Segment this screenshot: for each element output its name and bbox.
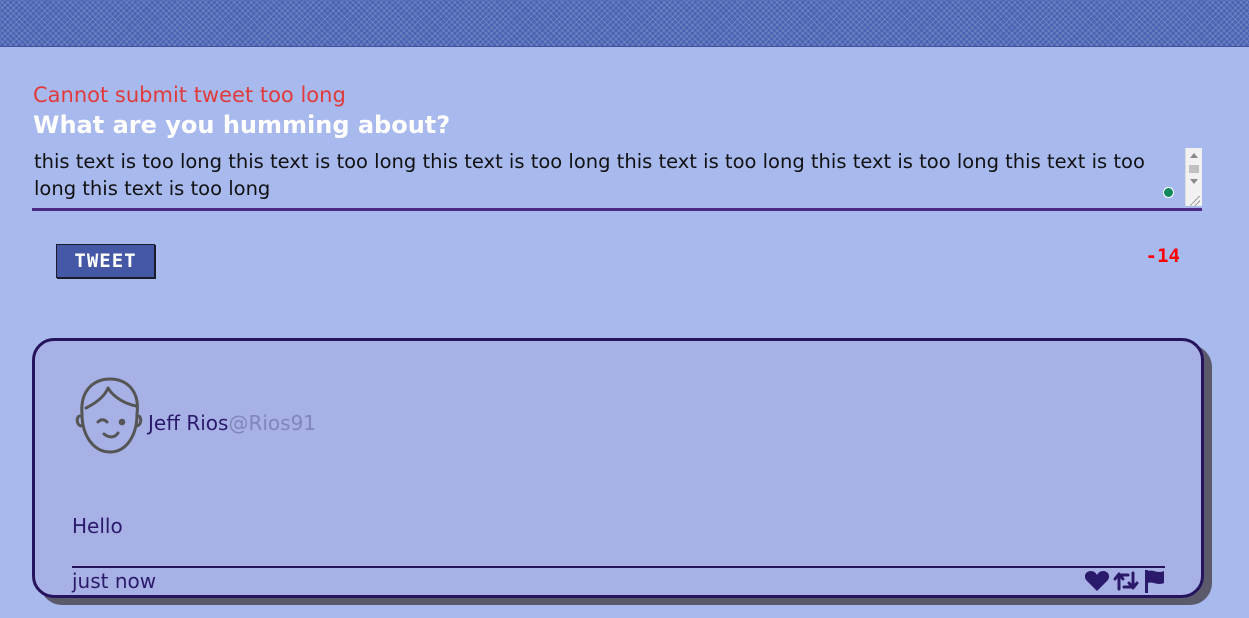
grammar-check-icon[interactable] (1163, 187, 1174, 198)
tweet-divider (72, 566, 1165, 568)
scroll-up-icon[interactable] (1190, 153, 1198, 158)
author-name[interactable]: Jeff Rios (148, 411, 228, 435)
author-handle[interactable]: @Rios91 (228, 411, 316, 435)
tweet-actions (1084, 569, 1168, 593)
tweet-button[interactable]: TWEET (56, 244, 155, 278)
scroll-thumb[interactable] (1189, 165, 1199, 173)
tweet-author: Jeff Rios@Rios91 (148, 411, 316, 435)
compose-prompt: What are you humming about? (33, 111, 451, 139)
header-bar (0, 0, 1249, 47)
scroll-down-icon[interactable] (1190, 179, 1198, 184)
heart-icon[interactable] (1084, 569, 1110, 593)
avatar-face-icon (74, 376, 144, 456)
retweet-icon[interactable] (1113, 569, 1139, 593)
tweet-timestamp: just now (72, 569, 157, 593)
tweet-card: Jeff Rios@Rios91 Hello just now (32, 338, 1204, 598)
error-message: Cannot submit tweet too long (33, 83, 346, 107)
tweet-content: Hello (72, 514, 123, 538)
tweet-textarea[interactable]: this text is too long this text is too l… (32, 146, 1202, 211)
flag-icon[interactable] (1142, 569, 1168, 593)
character-counter: -14 (1145, 245, 1180, 267)
tweet-textarea-value[interactable]: this text is too long this text is too l… (34, 148, 1179, 202)
resize-handle-icon[interactable] (1190, 196, 1200, 206)
